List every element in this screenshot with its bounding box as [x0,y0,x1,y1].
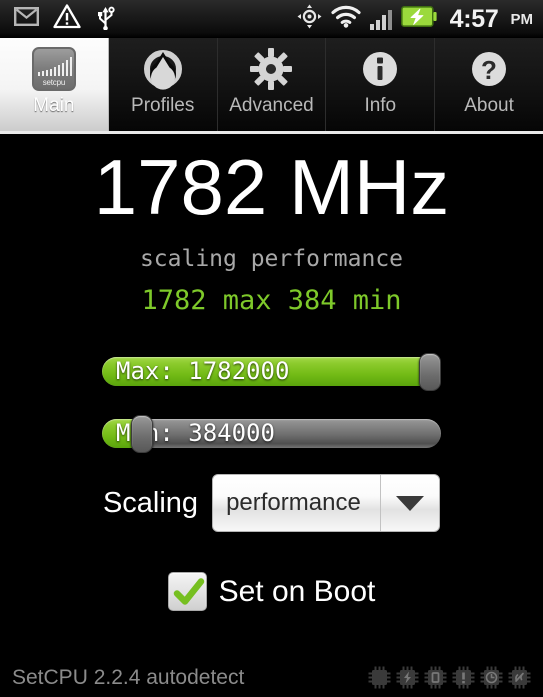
scaling-governor-spinner[interactable]: performance [212,474,441,532]
app-screen: 4:57 PM setcpu Main Profiles Advanced In… [0,0,543,697]
checkmark-icon [173,578,204,605]
max-slider-track[interactable] [102,357,441,386]
status-bar-left-icons [14,4,117,35]
tab-advanced-label: Advanced [229,95,314,116]
svg-text:?: ? [481,55,497,85]
bottom-status-bar: SetCPU 2.2.4 autodetect [0,657,543,697]
android-status-bar: 4:57 PM [0,0,543,38]
tab-advanced[interactable]: Advanced [217,38,327,131]
tab-main[interactable]: setcpu Main [0,38,109,131]
tab-about[interactable]: ? About [435,38,543,131]
set-on-boot-label: Set on Boot [218,574,376,608]
set-on-boot-row[interactable]: Set on Boot [0,572,543,611]
status-bar-right-icons: 4:57 PM [297,4,533,34]
min-slider-thumb[interactable] [130,415,153,453]
droplet-gear-icon [141,45,185,93]
question-circle-icon: ? [467,45,511,93]
scaling-label: Scaling [102,486,199,519]
wifi-icon [331,5,361,33]
warning-triangle-icon [53,4,81,34]
tab-info-label: Info [364,95,397,116]
tab-bar: setcpu Main Profiles Advanced Info ? Abo… [0,38,543,131]
tab-main-label: Main [33,95,75,116]
min-slider-fill [102,419,133,448]
frequency-range-label: 1782 max 384 min [141,285,402,316]
app-version-label: SetCPU 2.2.4 autodetect [12,665,245,689]
scaling-governor-row: Scaling performance [0,474,543,532]
tab-profiles[interactable]: Profiles [108,38,218,131]
max-frequency-slider[interactable]: Max: 1782000 [102,353,441,391]
status-bar-clock: 4:57 [449,4,499,33]
gps-crosshair-icon [297,4,322,34]
chip-bolt-icon [396,666,419,689]
info-circle-icon [358,45,402,93]
scaling-governor-value: performance [226,489,361,516]
status-bar-ampm: PM [510,10,534,28]
gear-icon [249,45,293,93]
max-slider-fill [102,357,441,386]
tab-profiles-label: Profiles [131,95,195,116]
chip-indicator-row [368,666,531,689]
battery-charging-icon [400,6,437,32]
tab-about-label: About [464,95,514,116]
min-slider-track[interactable] [102,419,441,448]
max-slider-thumb[interactable] [419,353,441,391]
chip-plain-icon [368,666,391,689]
chip-alert-icon [452,666,475,689]
usb-icon [95,4,117,35]
chip-screen-icon [424,666,447,689]
tab-info[interactable]: Info [326,38,436,131]
setcpu-logo-icon: setcpu [31,45,76,93]
chip-phone-icon [508,666,531,689]
chevron-down-icon[interactable] [380,475,439,531]
mail-icon [14,7,40,31]
main-panel: 1782 MHz scaling performance 1782 max 38… [0,134,543,659]
set-on-boot-checkbox[interactable] [167,572,207,611]
min-frequency-slider[interactable]: Min: 384000 [102,415,441,453]
governor-label: scaling performance [139,246,404,272]
current-frequency-display: 1782 MHz [93,143,450,231]
signal-bars-icon [369,8,392,30]
chip-clock-icon [480,666,503,689]
